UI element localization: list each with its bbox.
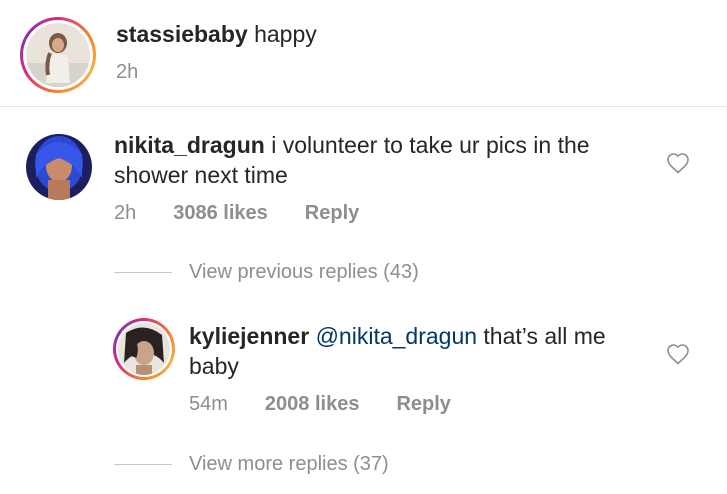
comment-time: 2h	[114, 202, 137, 224]
comment-reply-button[interactable]: Reply	[305, 202, 359, 225]
reply-avatar[interactable]	[118, 323, 170, 375]
view-more-replies-label[interactable]: View more replies (37)	[189, 453, 389, 476]
reply-meta: 54m 2008 likes Reply	[189, 393, 488, 416]
reply-likes-count[interactable]: 2008 likes	[265, 393, 360, 416]
caption-avatar-story-ring[interactable]	[20, 17, 96, 93]
caption-time: 2h	[116, 61, 139, 83]
view-more-divider	[114, 464, 172, 465]
reply-username[interactable]: kyliejenner	[189, 323, 309, 349]
reply-text-block: kyliejenner @nikita_dragun that’s all me…	[189, 321, 649, 381]
reply-like-heart-icon[interactable]	[666, 343, 690, 365]
reply-avatar-story-ring[interactable]	[113, 318, 175, 380]
comment-like-heart-icon[interactable]	[666, 152, 690, 174]
post-caption: stassiebaby happy 2h	[0, 0, 727, 107]
caption-text: happy	[254, 21, 317, 47]
reply-time: 54m	[189, 393, 228, 415]
comment-avatar[interactable]	[26, 134, 92, 200]
comments-thread: stassiebaby happy 2h nikita_dragun i vol…	[0, 0, 727, 494]
caption-username[interactable]: stassiebaby	[116, 21, 248, 47]
comment-text-block: nikita_dragun i volunteer to take ur pic…	[114, 130, 644, 190]
view-previous-replies-label[interactable]: View previous replies (43)	[189, 261, 419, 284]
caption-meta: 2h	[116, 61, 138, 84]
view-previous-replies[interactable]: View previous replies (43)	[114, 261, 419, 284]
reply-reply-button[interactable]: Reply	[396, 393, 450, 416]
view-more-replies[interactable]: View more replies (37)	[114, 453, 389, 476]
view-previous-divider	[114, 272, 172, 273]
comment-username[interactable]: nikita_dragun	[114, 132, 265, 158]
caption-avatar[interactable]	[26, 23, 90, 87]
reply-mention-link[interactable]: @nikita_dragun	[316, 323, 477, 349]
caption-text-line: stassiebaby happy	[116, 19, 317, 49]
comment-meta: 2h 3086 likes Reply	[114, 202, 396, 225]
comment-likes-count[interactable]: 3086 likes	[173, 202, 268, 225]
